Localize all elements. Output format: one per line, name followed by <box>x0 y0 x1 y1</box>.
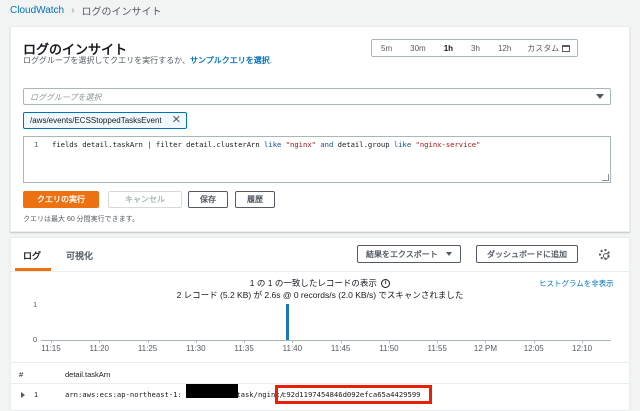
selected-log-group-token: /aws/events/ECSStoppedTasksEvent ✕ <box>23 112 187 129</box>
export-results-button[interactable]: 結果をエクスポート <box>357 245 461 263</box>
histogram-bar[interactable] <box>286 304 290 340</box>
query-token: "nginx" <box>285 140 316 149</box>
x-tick-label: 12 PM <box>473 344 498 353</box>
page-description: ロググループを選択してクエリを実行するか、サンプルクエリを選択. <box>23 55 272 66</box>
tab-logs[interactable]: ログ <box>23 249 41 262</box>
table-row[interactable]: 1 arn:aws:ecs:ap-northeast-1: :task/ngin… <box>11 384 629 406</box>
cancel-button[interactable]: キャンセル <box>108 191 182 208</box>
caret-down-icon <box>445 252 452 256</box>
x-tick-mark <box>533 340 535 343</box>
x-tick-mark <box>582 340 584 343</box>
query-token: fields detail.taskArn | filter detail.cl… <box>52 140 265 149</box>
line-number: 1 <box>34 141 39 149</box>
x-tick-label: 11:25 <box>137 344 158 353</box>
x-tick-label: 12:10 <box>572 344 593 353</box>
add-to-dashboard-button[interactable]: ダッシュボードに追加 <box>476 245 578 263</box>
x-tick-label: 12:05 <box>523 344 544 353</box>
log-group-select[interactable]: ロググループを選択 <box>23 88 611 105</box>
time-range-custom-label: カスタム <box>527 43 560 53</box>
time-range-option[interactable]: 1h <box>435 40 462 56</box>
x-tick-label: 11:55 <box>427 344 447 353</box>
x-tick-mark <box>340 340 342 343</box>
column-header-taskarn[interactable]: detail.taskArn <box>65 370 110 379</box>
tab-visualize[interactable]: 可視化 <box>66 249 93 262</box>
x-tick-mark <box>195 340 197 343</box>
x-tick-label: 11:40 <box>282 344 303 353</box>
x-tick-mark <box>99 340 101 343</box>
time-range-option[interactable]: 30m <box>401 40 435 56</box>
hide-histogram-link[interactable]: ヒストグラムを非表示 <box>539 278 614 289</box>
time-range-option[interactable]: 3h <box>462 40 489 56</box>
sample-query-link[interactable]: サンプルクエリを選択 <box>190 56 270 65</box>
breadcrumb-cloudwatch-link[interactable]: CloudWatch <box>10 5 64 16</box>
query-editor[interactable]: 1 fields detail.taskArn | filter detail.… <box>23 136 611 183</box>
breadcrumb: CloudWatch › ログのインサイト <box>10 3 162 18</box>
query-token: "nginx-service" <box>415 140 481 149</box>
redacted-account-id <box>186 384 238 398</box>
y-tick-label: 1 <box>33 300 38 309</box>
history-button[interactable]: 履歴 <box>235 191 275 208</box>
row-index: 1 <box>34 390 39 399</box>
results-panel: ログ 可視化 結果をエクスポート ダッシュボードに追加 1 の 1 の一致したレ… <box>10 237 630 411</box>
histogram: 1 0 11:15 11:20 11:25 11:30 11:35 11:40 11:45 1… <box>11 298 631 360</box>
close-icon[interactable]: ✕ <box>172 114 181 127</box>
query-hint: クエリは最大 60 分間実行できます。 <box>23 216 139 223</box>
caret-down-icon <box>596 94 604 99</box>
query-panel: ログのインサイト ロググループを選択してクエリを実行するか、サンプルクエリを選択… <box>10 26 630 232</box>
records-shown-text: 1 の 1 の一致したレコードの表示 <box>249 278 377 288</box>
breadcrumb-current: ログのインサイト <box>81 6 162 18</box>
run-query-button[interactable]: クエリの実行 <box>23 191 99 208</box>
x-tick-mark <box>437 340 439 343</box>
y-tick-label: 0 <box>33 335 38 344</box>
column-header-index: # <box>19 370 24 379</box>
log-group-name: /aws/events/ECSStoppedTasksEvent <box>30 116 162 125</box>
query-token: and <box>320 140 334 149</box>
save-button[interactable]: 保存 <box>188 191 228 208</box>
time-range-option[interactable]: 5m <box>372 40 401 56</box>
query-token: detail.group <box>333 140 394 149</box>
query-code[interactable]: fields detail.taskArn | filter detail.cl… <box>52 140 480 149</box>
records-shown-summary: 1 の 1 の一致したレコードの表示 i <box>11 277 629 289</box>
description-text: ロググループを選択してクエリを実行するか、 <box>23 56 190 65</box>
results-table-header: # detail.taskArn <box>11 362 629 384</box>
export-results-label: 結果をエクスポート <box>366 249 438 259</box>
task-id-highlight <box>275 385 432 404</box>
x-tick-label: 11:35 <box>234 344 254 353</box>
x-tick-mark <box>51 340 52 343</box>
x-tick-label: 11:20 <box>89 344 109 353</box>
time-range-custom[interactable]: カスタム <box>520 43 577 54</box>
description-suffix: . <box>269 56 272 65</box>
info-icon[interactable]: i <box>381 279 391 289</box>
resize-handle-icon[interactable] <box>602 174 609 181</box>
tabs-divider <box>11 271 629 272</box>
x-tick-mark <box>485 340 487 343</box>
x-tick-mark <box>244 340 246 343</box>
time-range-selector: 5m 30m 1h 3h 12h カスタム <box>371 39 579 57</box>
query-token: like <box>264 140 282 149</box>
x-tick-mark <box>292 340 294 343</box>
x-axis <box>41 340 611 341</box>
row-taskarn-prefix: arn:aws:ecs:ap-northeast-1: <box>65 390 182 399</box>
expand-row-icon[interactable] <box>21 392 25 398</box>
x-tick-label: 11:45 <box>330 344 351 353</box>
x-tick-label: 11:15 <box>41 344 61 353</box>
x-tick-mark <box>388 340 390 343</box>
results-tabs: ログ 可視化 結果をエクスポート ダッシュボードに追加 <box>11 238 629 271</box>
chevron-right-icon: › <box>71 4 75 16</box>
x-tick-label: 11:30 <box>186 344 206 353</box>
calendar-icon <box>562 44 571 52</box>
x-tick-mark <box>147 340 149 343</box>
time-range-option[interactable]: 12h <box>489 40 520 56</box>
query-token: like <box>393 140 412 149</box>
log-group-placeholder: ロググループを選択 <box>30 93 102 102</box>
gear-icon[interactable] <box>599 249 610 260</box>
x-tick-label: 11:50 <box>379 344 399 353</box>
